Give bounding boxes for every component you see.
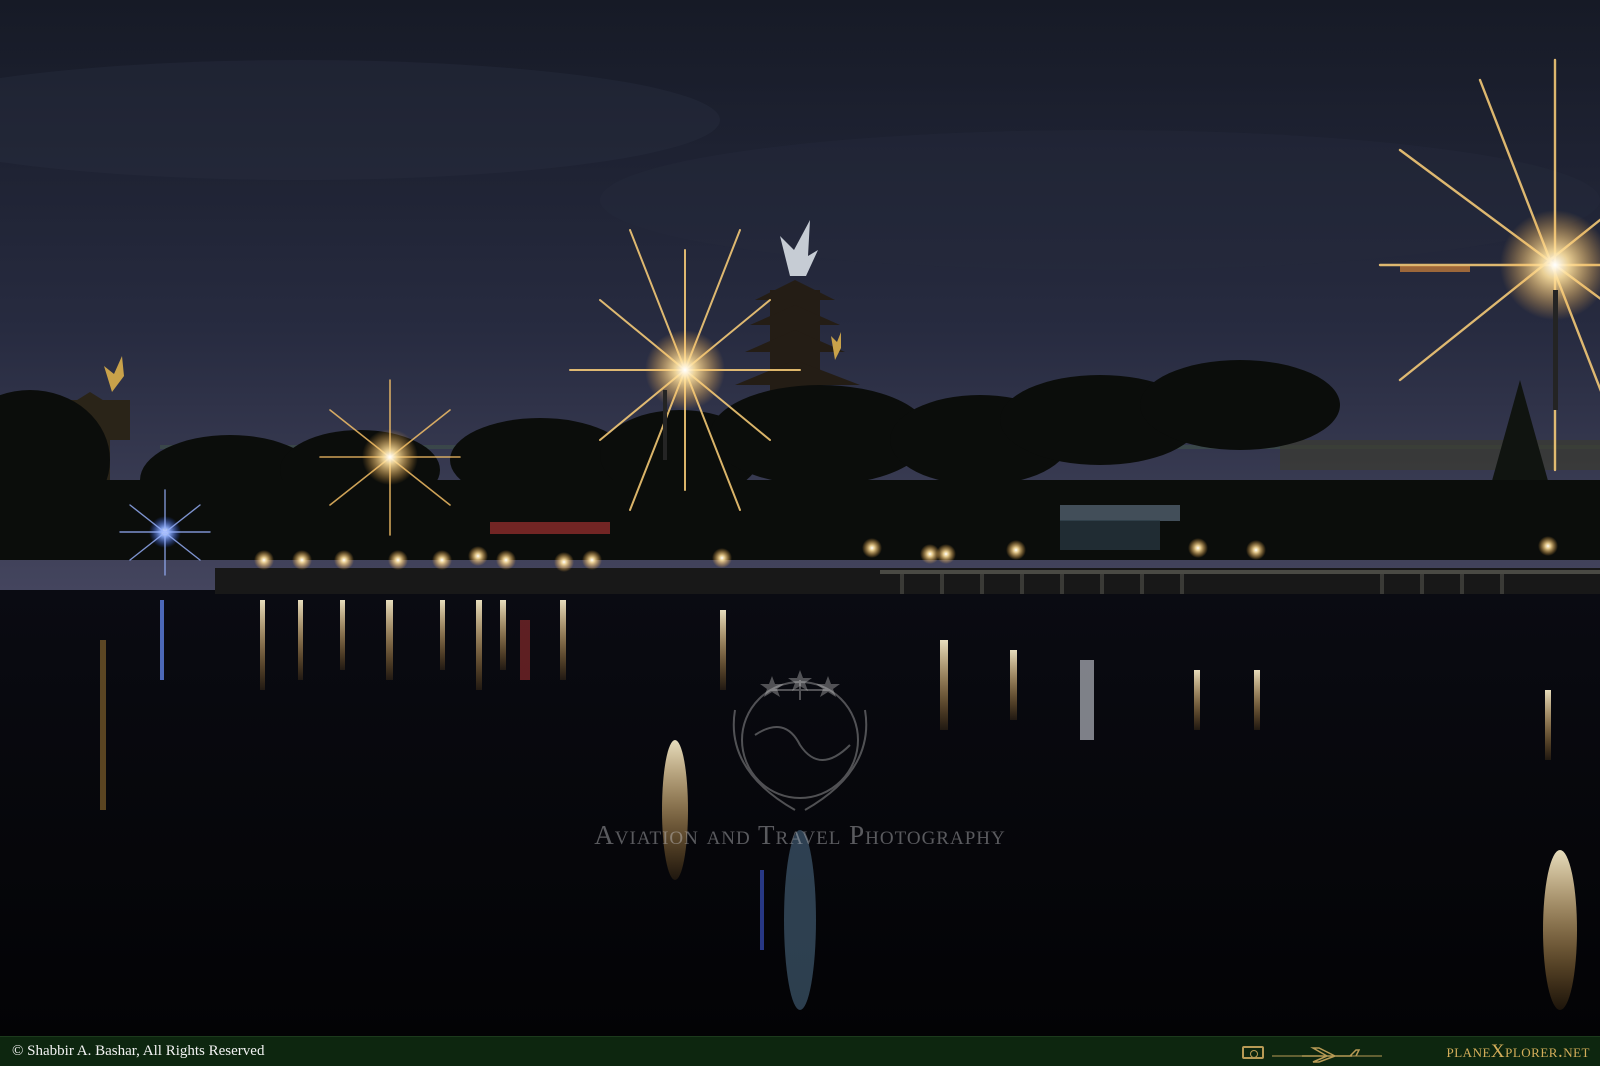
airplane-icon [1272,1047,1382,1063]
copyright-text: © Shabbir A. Bashar, All Rights Reserved [12,1043,265,1059]
footer-bar: © Shabbir A. Bashar, All Rights Reserved… [0,1036,1600,1066]
photo: Aviation and Travel Photography © Shabbi… [0,0,1600,1066]
night-lake-scene [0,0,1600,1036]
camera-icon [1242,1046,1264,1059]
brand-logo-text[interactable]: planeXplorer.net [1447,1041,1590,1063]
watermark-text: Aviation and Travel Photography [594,820,1006,850]
